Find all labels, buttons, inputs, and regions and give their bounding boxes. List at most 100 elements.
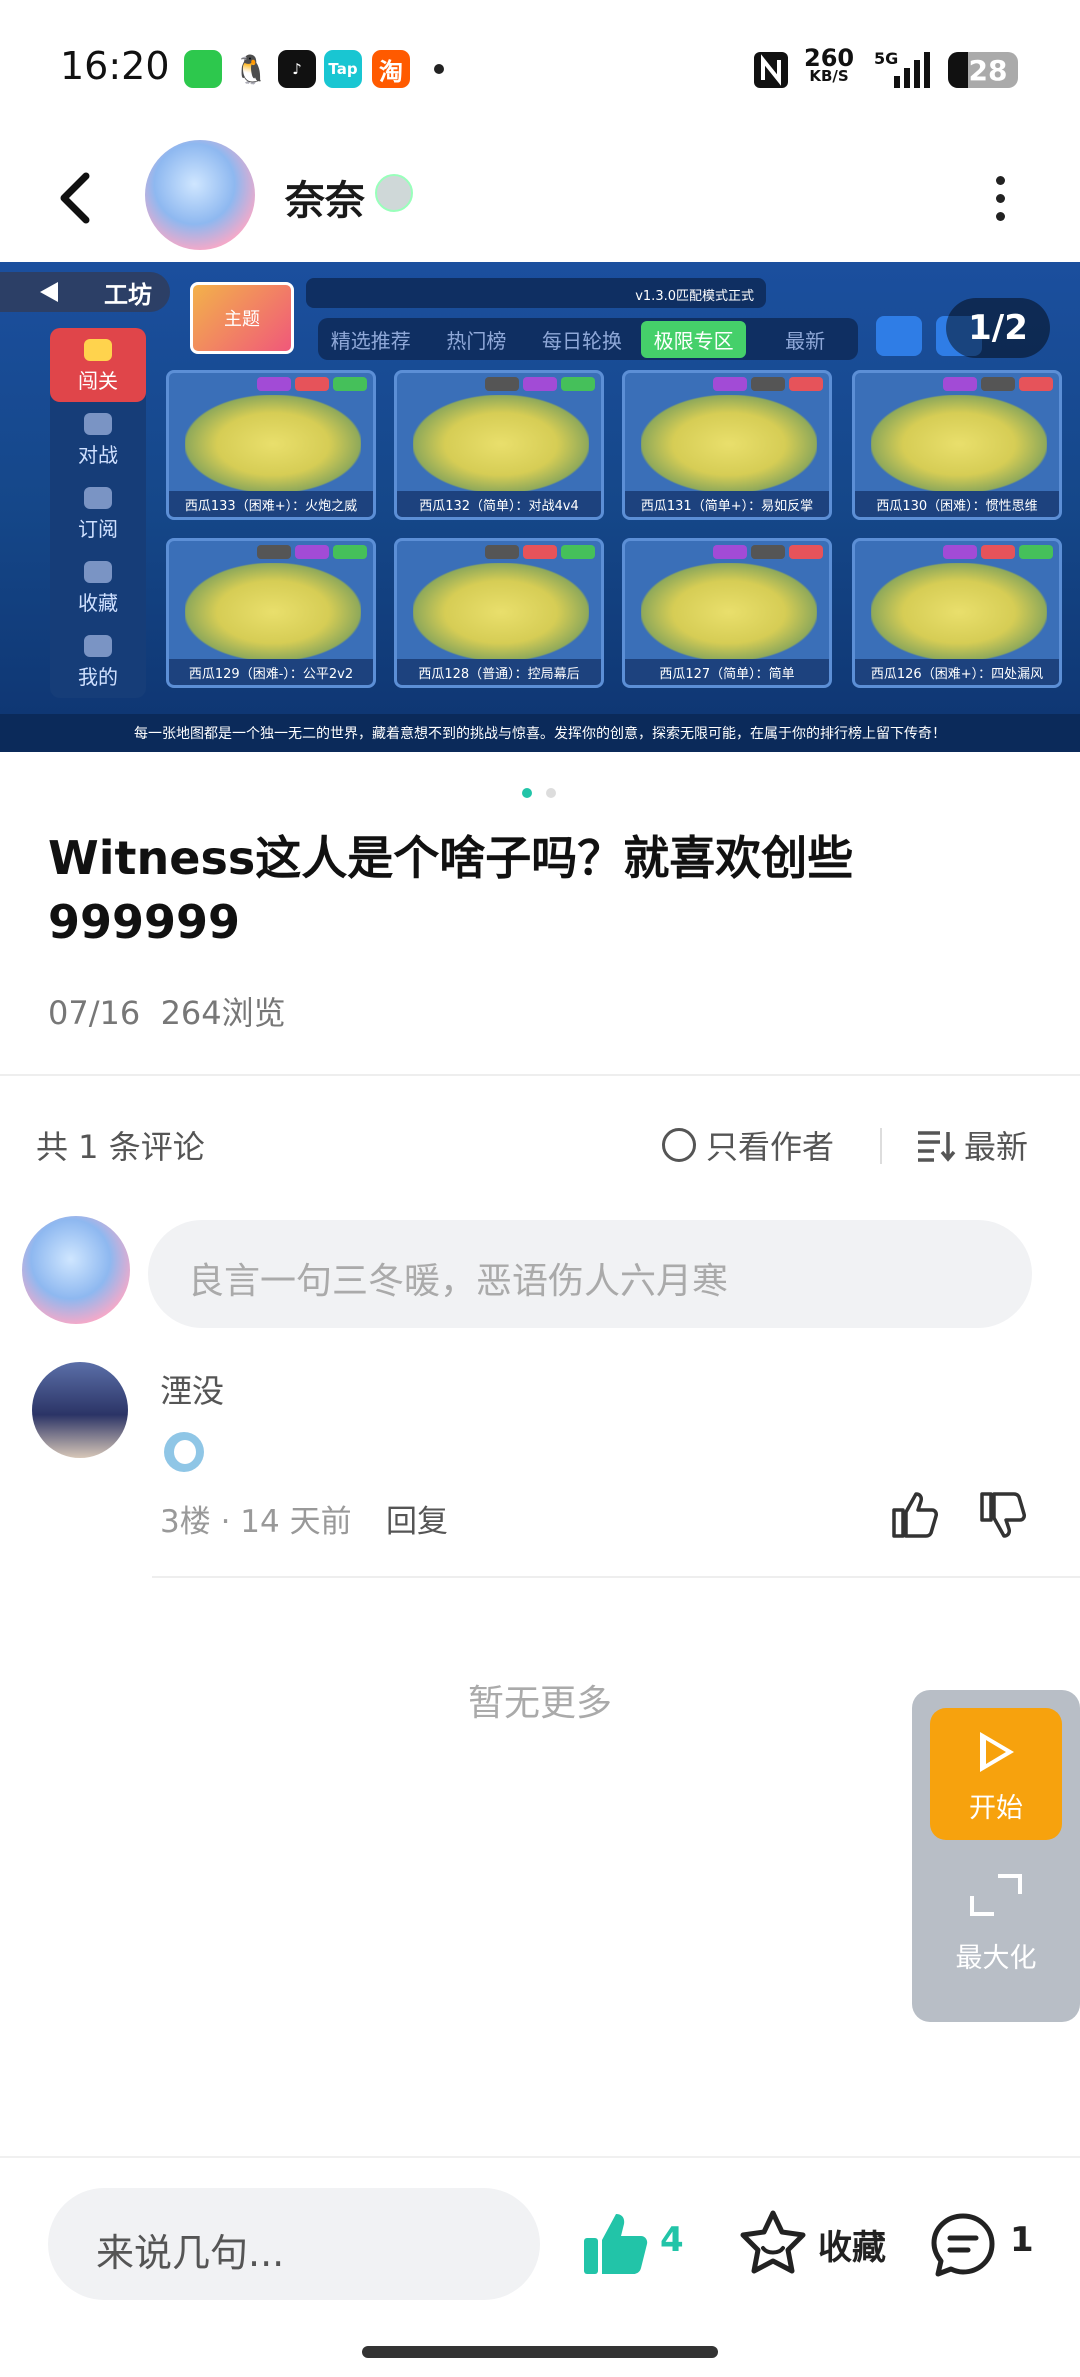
post-date: 07/16 (48, 994, 141, 1032)
map-card: 西瓜132（简单）：对战4v4 (394, 370, 604, 520)
game-tabs: 精选推荐 热门榜 每日轮换 极限专区 最新 (318, 318, 858, 360)
like-icon[interactable] (582, 2210, 650, 2278)
carousel-pager: 1/2 (946, 298, 1050, 358)
game-sidebar-item: 对战 (50, 402, 146, 476)
thumbs-up-icon[interactable] (890, 1488, 940, 1540)
map-preview (185, 395, 361, 493)
commenter-avatar[interactable] (32, 1362, 128, 1458)
commenter-name[interactable]: 湮没 (160, 1366, 224, 1412)
profile-icon (84, 635, 112, 657)
favorite-star-icon[interactable] (738, 2208, 808, 2278)
net-speed-unit: KB/S (809, 67, 849, 85)
map-card: 西瓜130（困难）：惯性思维 (852, 370, 1062, 520)
game-tab: 热门榜 (446, 328, 507, 353)
version-notice: v1.3.0匹配模式正式 (306, 278, 766, 308)
maximize-label: 最大化 (955, 1943, 1037, 1974)
game-sidebar-item: 闯关 (50, 328, 146, 402)
qq-icon: 🐧 (232, 50, 270, 88)
reply-button[interactable]: 回复 (386, 1496, 448, 1541)
comment-input[interactable]: 良言一句三冬暖，恶语伤人六月寒 (148, 1220, 1032, 1328)
refresh-icon (876, 316, 922, 356)
maximize-icon (970, 1874, 1022, 1916)
game-sidebar: 闯关 对战 订阅 收藏 我的 (50, 328, 146, 698)
my-avatar (22, 1216, 130, 1324)
radio-icon (662, 1128, 696, 1162)
sort-button[interactable]: 最新 (916, 1122, 1028, 1168)
map-card: 西瓜131（简单+）：易如反掌 (622, 370, 832, 520)
game-sidebar-item: 我的 (50, 624, 146, 698)
tiktok-icon: ♪ (278, 50, 316, 88)
map-card: 西瓜129（困难-）：公平2v2 (166, 538, 376, 688)
star-icon (84, 561, 112, 583)
battle-icon (84, 413, 112, 435)
game-sidebar-item: 订阅 (50, 476, 146, 550)
banner-footer-text: 每一张地图都是一个独一无二的世界，藏着意想不到的挑战与惊喜。发挥你的创意，探索无… (0, 714, 1080, 752)
map-card: 西瓜126（困难+）：四处漏风 (852, 538, 1062, 688)
image-carousel[interactable]: 工坊 主题 v1.3.0匹配模式正式 闯关 对战 订阅 收藏 我的 精选推荐 热… (0, 262, 1080, 752)
workshop-title: 工坊 (0, 272, 170, 312)
battery-icon: 28 (948, 52, 1018, 88)
battery-level: 28 (968, 53, 1008, 87)
map-card: 西瓜127（简单）：简单 (622, 538, 832, 688)
more-options-icon[interactable] (990, 176, 1010, 226)
crown-icon (84, 339, 112, 361)
only-author-toggle[interactable]: 只看作者 (662, 1122, 834, 1168)
post-header: 奈奈 (0, 140, 1080, 262)
maximize-button[interactable]: 最大化 (930, 1858, 1062, 1990)
sort-label: 最新 (964, 1128, 1029, 1166)
post-views: 264浏览 (160, 994, 286, 1032)
map-card: 西瓜128（普通）：控局幕后 (394, 538, 604, 688)
game-tab: 精选推荐 (330, 328, 411, 353)
map-preview (185, 563, 361, 661)
map-card: 西瓜133（困难+）：火炮之威 (166, 370, 376, 520)
comment-count: 共 1 条评论 (36, 1128, 205, 1166)
thumbs-down-icon[interactable] (978, 1490, 1028, 1542)
game-tab-active: 极限专区 (640, 320, 747, 358)
home-indicator[interactable] (362, 2346, 718, 2358)
author-badge-icon (375, 174, 413, 212)
back-icon[interactable] (52, 162, 112, 232)
comment-bubble-icon[interactable] (928, 2210, 998, 2280)
favorite-label[interactable]: 收藏 (818, 2220, 886, 2269)
like-count: 4 (660, 2220, 684, 2260)
map-preview (871, 563, 1047, 661)
map-preview (413, 563, 589, 661)
svg-text:5G: 5G (874, 49, 898, 68)
subscribe-icon (84, 487, 112, 509)
map-preview (641, 563, 817, 661)
bird-emoji-icon (164, 1432, 204, 1472)
net-speed: 260 KB/S (804, 46, 854, 85)
start-label: 开始 (969, 1793, 1023, 1824)
nfc-icon (754, 52, 788, 88)
divider (0, 1074, 1080, 1076)
carousel-dot-active[interactable] (522, 788, 532, 798)
map-preview (413, 395, 589, 493)
game-tab: 每日轮换 (541, 328, 622, 353)
map-preview (641, 395, 817, 493)
post-meta: 07/16 264浏览 (48, 988, 286, 1034)
floating-game-panel: 开始 最大化 (912, 1690, 1080, 2022)
divider (880, 1128, 882, 1164)
post-title: Witness这人是个啥子吗？就喜欢创些999999 (48, 831, 854, 949)
game-tab: 最新 (785, 328, 826, 353)
comment-count-badge: 1 (1010, 2220, 1034, 2260)
taobao-icon: 淘 (372, 50, 410, 88)
start-button[interactable]: 开始 (930, 1708, 1062, 1840)
carousel-dot[interactable] (546, 788, 556, 798)
status-bar: 16:20 🐧 ♪ Tap 淘 260 KB/S 5G 28 (0, 0, 1080, 140)
bottom-comment-input[interactable]: 来说几句... (48, 2188, 540, 2300)
bottom-action-bar: 来说几句... 4 收藏 1 (0, 2156, 1080, 2377)
more-notifications-icon (434, 64, 444, 74)
author-name[interactable]: 奈奈 (285, 168, 365, 226)
author-avatar[interactable] (145, 140, 255, 250)
wechat-icon (184, 50, 222, 88)
map-preview (871, 395, 1047, 493)
sort-icon (918, 1131, 956, 1162)
status-time: 16:20 (60, 44, 170, 88)
signal-5g-icon: 5G (874, 49, 930, 88)
divider (152, 1576, 1080, 1578)
only-author-label: 只看作者 (706, 1128, 835, 1166)
theme-thumbnail: 主题 (190, 282, 294, 354)
game-sidebar-item: 收藏 (50, 550, 146, 624)
comment-floor-time: 3楼 · 14 天前 (160, 1504, 352, 1540)
